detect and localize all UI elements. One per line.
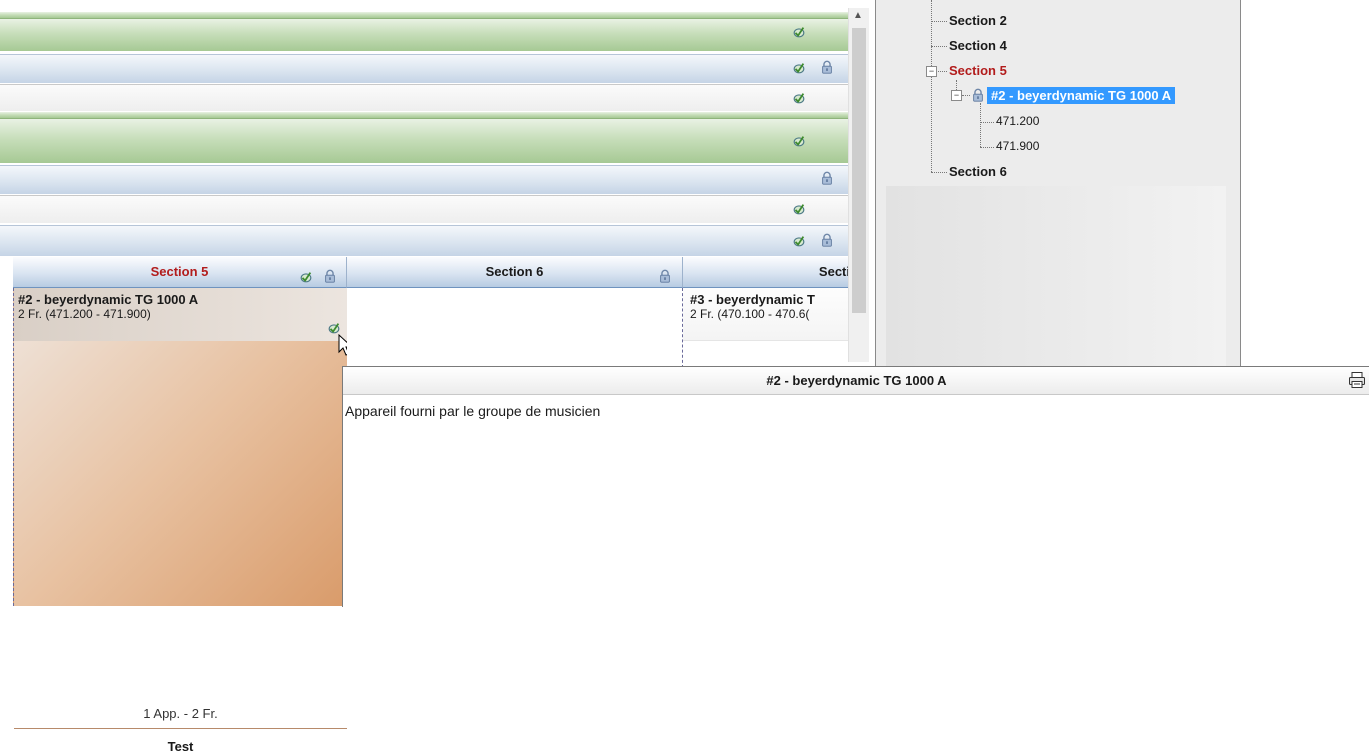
tree-line [936,71,947,72]
tree-item-section2[interactable]: Section 2 [949,13,1007,28]
collapse-icon[interactable]: − [926,66,937,77]
scrollbar-thumb[interactable] [852,28,866,313]
grid-row [0,84,848,111]
device-card[interactable]: #3 - beyerdynamic T 2 Fr. (470.100 - 470… [683,288,848,341]
check-icon [792,25,806,39]
device-frequencies: 2 Fr. (471.200 - 471.900) [18,307,151,321]
column-header-label: Secti [818,264,848,279]
device-detail-popup: #2 - beyerdynamic TG 1000 A Appareil fou… [342,366,1369,607]
tree-line [980,122,994,123]
section-summary: 1 App. - 2 Fr. [143,706,218,721]
column-header-section7[interactable]: Secti [683,257,848,288]
popup-note: Appareil fourni par le groupe de musicie… [345,403,601,419]
tree-line [931,46,947,47]
vertical-scrollbar[interactable]: ▲ [848,8,869,362]
device-title: #2 - beyerdynamic TG 1000 A [18,292,199,307]
popup-title: #2 - beyerdynamic TG 1000 A [766,373,947,388]
check-icon [792,61,806,75]
grid-row [0,54,848,83]
device-frequencies: 2 Fr. (470.100 - 470.6( [690,307,810,321]
tree-line [980,103,981,147]
tree-item-device-selected[interactable]: #2 - beyerdynamic TG 1000 A [987,87,1176,104]
check-icon [792,91,806,105]
column-header-section6[interactable]: Section 6 [347,257,683,288]
lock-icon [658,264,672,278]
tree-line [931,0,932,172]
lock-icon [820,60,834,74]
check-icon [299,265,313,279]
tree-item-section4[interactable]: Section 4 [949,38,1007,53]
tree-item-section5[interactable]: Section 5 [949,63,1007,78]
lock-icon [820,233,834,247]
column-header-label: Section 5 [150,264,209,279]
column-header-section5[interactable]: Section 5 [13,257,347,288]
grid-row [0,165,848,194]
divider [14,728,347,729]
device-title: #3 - beyerdynamic T [690,292,815,307]
tree-item-frequency[interactable]: 471.200 [996,114,1039,128]
tree-line [962,95,970,96]
check-icon[interactable] [327,321,341,335]
group-name: Test [167,739,194,754]
device-card[interactable]: #2 - beyerdynamic TG 1000 A 2 Fr. (471.2… [14,288,347,341]
scroll-up-icon[interactable]: ▲ [853,10,863,21]
tree-item-frequency[interactable]: 471.900 [996,139,1039,153]
lock-icon [820,171,834,185]
section7-column: #3 - beyerdynamic T 2 Fr. (470.100 - 470… [683,288,848,368]
grid-row [0,118,848,163]
lock-icon [323,264,337,278]
tree-panel: Section 2 Section 4 − Section 5 − #2 - b… [875,0,1241,368]
section6-column [347,288,683,368]
tree-item-section6[interactable]: Section 6 [949,164,1007,179]
tree-line [931,172,947,173]
tree-line [931,21,947,22]
print-icon[interactable] [1348,371,1366,389]
check-icon [792,134,806,148]
grid-row [0,225,848,256]
grid-row [0,18,848,51]
grid-row [0,195,848,223]
check-icon [792,202,806,216]
lock-icon [971,88,985,105]
section5-column: #2 - beyerdynamic TG 1000 A 2 Fr. (471.2… [13,288,348,754]
collapse-icon[interactable]: − [951,90,962,101]
check-icon [792,234,806,248]
column-header-label: Section 6 [485,264,544,279]
tree-panel-background [886,186,1226,368]
popup-header: #2 - beyerdynamic TG 1000 A [343,367,1369,395]
tree-line [980,147,994,148]
